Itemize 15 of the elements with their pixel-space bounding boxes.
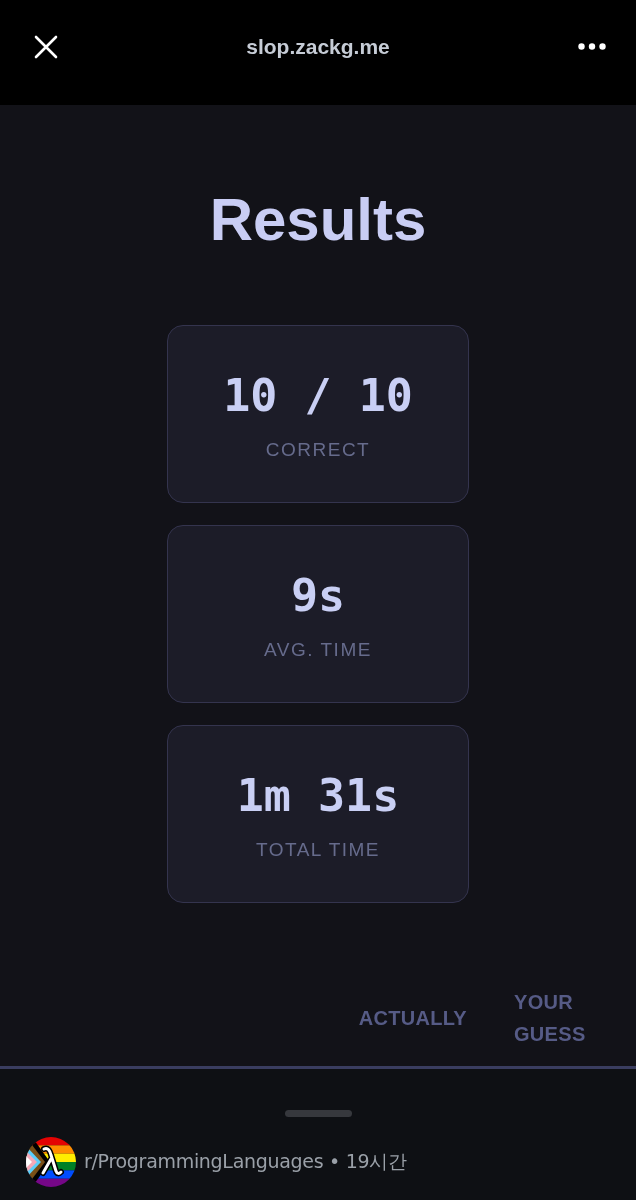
stat-value: 9s <box>290 570 346 622</box>
post-meta: r/ProgrammingLanguages • 19시간 <box>84 1149 407 1174</box>
column-header: ACTUALLY <box>358 1006 467 1031</box>
close-icon <box>34 34 58 59</box>
column-header: YOUR GUESS <box>514 990 587 1047</box>
more-options-icon <box>578 43 606 50</box>
stat-label: AVG. TIME <box>264 638 372 662</box>
community-avatar-icon <box>26 1137 76 1187</box>
results-title: Results <box>209 190 427 250</box>
stat-label: TOTAL TIME <box>255 838 381 862</box>
stat-label: CORRECT <box>265 438 371 462</box>
drag-handle[interactable] <box>284 1110 352 1117</box>
stat-value: 10 / 10 <box>223 370 413 422</box>
stat-value: 1m 31s <box>236 770 400 822</box>
page-url: slop.zackg.me <box>246 34 390 59</box>
